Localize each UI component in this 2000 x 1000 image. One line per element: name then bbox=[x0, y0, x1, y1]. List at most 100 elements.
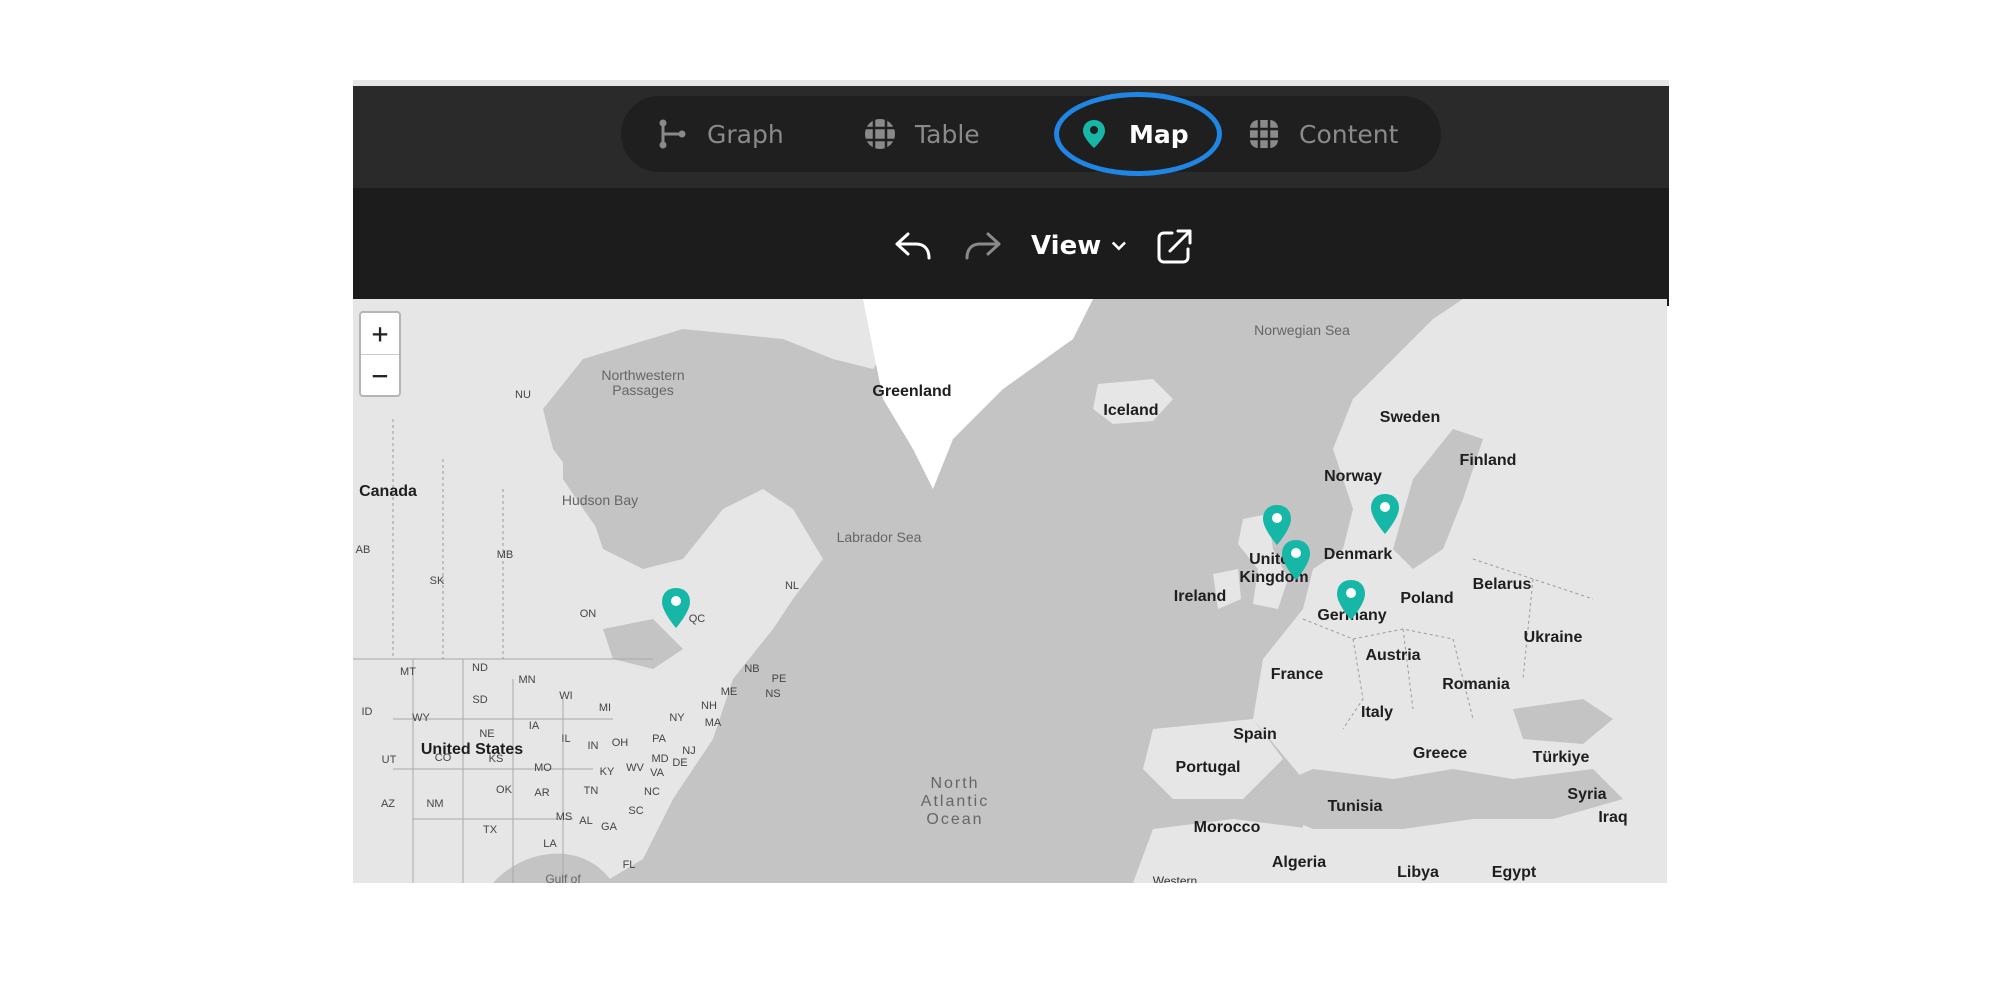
map-label-state: ON bbox=[579, 608, 597, 620]
zoom-in-button[interactable]: + bbox=[361, 313, 399, 355]
map-label-austria: Austria bbox=[1365, 647, 1421, 664]
tab-graph[interactable]: Graph bbox=[655, 96, 784, 172]
map-label-poland: Poland bbox=[1400, 590, 1454, 607]
map-label-state: DE bbox=[672, 757, 688, 769]
map-label-state: AR bbox=[534, 787, 550, 799]
map-label-state: MA bbox=[704, 717, 722, 729]
map-label-syria: Syria bbox=[1567, 786, 1607, 803]
map-label-state: SC bbox=[628, 805, 644, 817]
tab-map-label: Map bbox=[1129, 119, 1189, 149]
tab-map[interactable]: Map bbox=[1077, 96, 1189, 172]
zoom-out-button[interactable]: − bbox=[361, 355, 399, 396]
map-pin-berlin[interactable] bbox=[1370, 493, 1400, 535]
map-label-state: SK bbox=[429, 575, 445, 587]
map-label-state: CO bbox=[434, 752, 452, 764]
map-label-algeria: Algeria bbox=[1271, 854, 1327, 871]
map-label-finland: Finland bbox=[1459, 452, 1517, 469]
map-label-state: MI bbox=[598, 702, 612, 714]
tab-switcher: Graph Table Map Content bbox=[621, 92, 1441, 176]
map-label-state: KS bbox=[488, 753, 504, 765]
map-label-labrador-sea: Labrador Sea bbox=[836, 529, 922, 545]
graph-branch-icon bbox=[655, 117, 689, 151]
map-label-canada: Canada bbox=[359, 483, 417, 500]
map-label-state: IL bbox=[561, 733, 571, 745]
map-label-state: MO bbox=[534, 762, 552, 774]
redo-button[interactable] bbox=[961, 223, 1005, 269]
map-label-iraq: Iraq bbox=[1598, 809, 1628, 826]
map-label-romania: Romania bbox=[1442, 676, 1510, 693]
map-label-france: France bbox=[1270, 666, 1324, 683]
tab-content[interactable]: Content bbox=[1247, 96, 1398, 172]
map-label-state: MS bbox=[555, 811, 573, 823]
app-window: Graph Table Map Content View + − Greenla… bbox=[353, 80, 1669, 884]
undo-icon bbox=[895, 232, 931, 260]
map-label-state: ID bbox=[361, 706, 373, 718]
world-map[interactable]: + − Greenland Iceland Canada United Stat… bbox=[353, 299, 1667, 883]
map-pin-icon bbox=[1077, 117, 1111, 151]
map-label-gulf-of: Gulf of bbox=[545, 872, 581, 883]
content-grid-icon bbox=[1247, 117, 1281, 151]
map-label-italy: Italy bbox=[1360, 704, 1394, 721]
map-label-state: NU bbox=[515, 389, 531, 401]
external-share-icon bbox=[1157, 229, 1192, 264]
map-basemap bbox=[353, 299, 1667, 883]
map-label-state: SD bbox=[472, 694, 488, 706]
map-label-state: ME bbox=[720, 686, 738, 698]
map-label-north-atlantic-ocean: North Atlantic Ocean bbox=[920, 775, 990, 828]
share-button[interactable] bbox=[1153, 223, 1197, 269]
map-label-state: MN bbox=[518, 674, 536, 686]
map-label-norwegian-sea: Norwegian Sea bbox=[1254, 322, 1350, 338]
chevron-down-icon bbox=[1112, 241, 1127, 251]
map-label-state: MD bbox=[651, 753, 669, 765]
map-label-portugal: Portugal bbox=[1175, 759, 1241, 776]
map-pin-new-york[interactable] bbox=[661, 587, 691, 629]
view-tab-bar: Graph Table Map Content bbox=[353, 86, 1669, 188]
map-label-state: NE bbox=[479, 728, 495, 740]
view-dropdown[interactable]: View bbox=[1031, 223, 1127, 269]
view-dropdown-label: View bbox=[1031, 231, 1102, 261]
map-label-greece: Greece bbox=[1412, 745, 1468, 762]
redo-icon bbox=[965, 232, 1001, 260]
map-label-hudson-bay: Hudson Bay bbox=[561, 492, 639, 508]
map-label-state: KY bbox=[599, 766, 615, 778]
map-label-belarus: Belarus bbox=[1472, 576, 1532, 593]
map-label-state: NM bbox=[426, 798, 444, 810]
tab-content-label: Content bbox=[1299, 119, 1399, 149]
map-label-state: IN bbox=[587, 740, 599, 752]
map-label-state: NB bbox=[744, 663, 760, 675]
map-label-state: AZ bbox=[380, 798, 396, 810]
map-label-state: AB bbox=[355, 544, 371, 556]
map-label-libya: Libya bbox=[1397, 864, 1439, 881]
map-label-state: VA bbox=[650, 767, 664, 779]
map-label-ireland: Ireland bbox=[1173, 588, 1227, 605]
grid-icon bbox=[863, 117, 897, 151]
map-label-state: FL bbox=[622, 859, 636, 871]
map-label-state: AL bbox=[579, 815, 593, 827]
map-label-sweden: Sweden bbox=[1379, 409, 1441, 426]
map-label-state: NJ bbox=[682, 745, 696, 757]
map-label-state: NH bbox=[701, 700, 717, 712]
map-pin-western-germany[interactable] bbox=[1281, 539, 1311, 581]
map-label-state: UT bbox=[381, 754, 397, 766]
map-label-spain: Spain bbox=[1233, 726, 1277, 743]
map-label-state: NC bbox=[644, 786, 660, 798]
map-label-egypt: Egypt bbox=[1491, 864, 1537, 881]
map-label-state: MT bbox=[400, 666, 416, 678]
map-label-northwestern-passages: Northwestern Passages bbox=[601, 367, 685, 398]
map-label-state: GA bbox=[601, 821, 617, 833]
map-label-state: LA bbox=[543, 838, 557, 850]
undo-button[interactable] bbox=[891, 223, 935, 269]
map-toolbar: View bbox=[353, 188, 1669, 306]
tab-table-label: Table bbox=[915, 119, 980, 149]
map-label-morocco: Morocco bbox=[1193, 819, 1261, 836]
map-pin-switzerland[interactable] bbox=[1336, 579, 1366, 621]
map-label-norway: Norway bbox=[1324, 468, 1382, 485]
map-label-state: IA bbox=[528, 720, 540, 732]
tab-table[interactable]: Table bbox=[863, 96, 980, 172]
map-label-state: TN bbox=[583, 785, 599, 797]
map-label-state: ND bbox=[472, 662, 488, 674]
map-label-state: WV bbox=[626, 762, 644, 774]
zoom-control: + − bbox=[359, 311, 401, 397]
map-label-turkiye: Türkiye bbox=[1532, 749, 1590, 766]
map-label-state: QC bbox=[688, 613, 706, 625]
